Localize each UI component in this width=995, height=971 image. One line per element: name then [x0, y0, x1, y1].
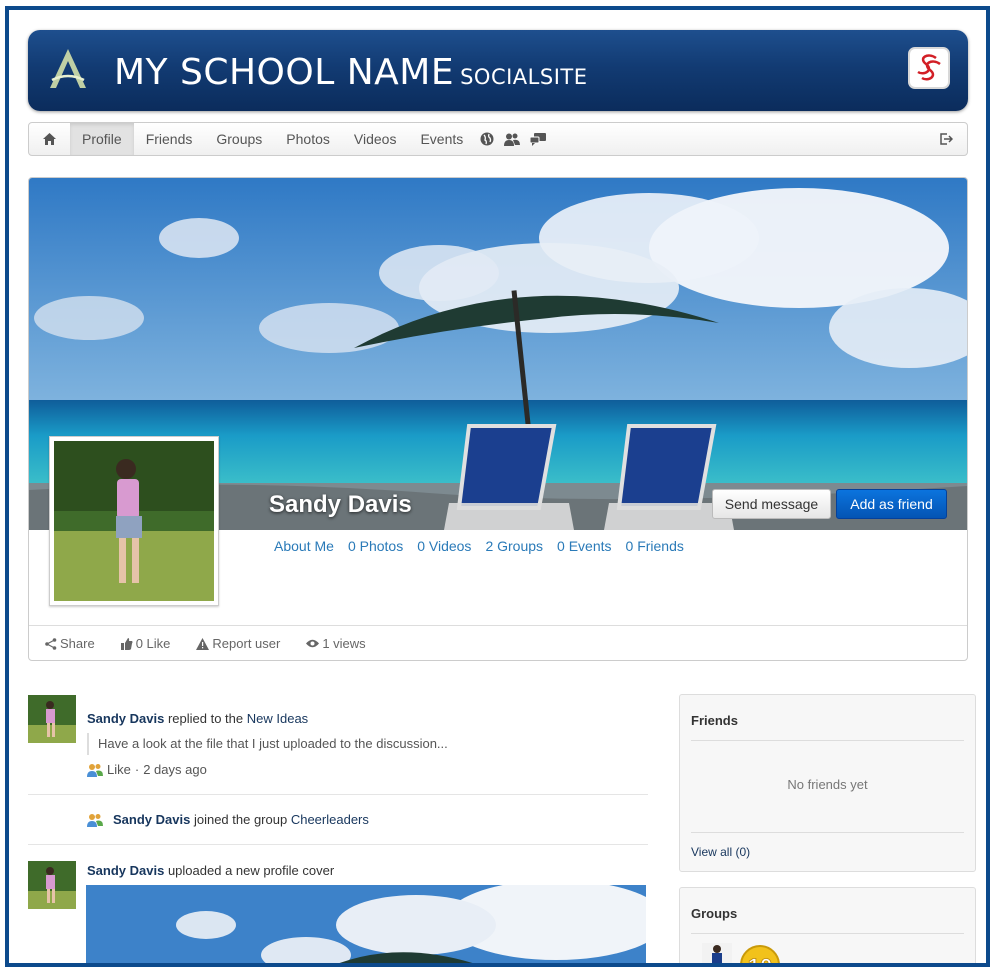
- home-button[interactable]: [29, 123, 70, 155]
- brand-badge-icon[interactable]: [908, 47, 950, 89]
- tab-friends[interactable]: Friends: [134, 123, 205, 155]
- profile-actions: Share 0 Like Report user 1 views: [29, 625, 967, 660]
- globe-button[interactable]: [475, 123, 499, 155]
- groups-widget-title: Groups: [691, 906, 738, 921]
- divider: [691, 832, 964, 833]
- globe-icon: [480, 132, 494, 146]
- activity-item: Sandy Davis uploaded a new profile cover: [28, 845, 648, 967]
- group-thumbnail[interactable]: [702, 943, 732, 967]
- logout-icon: [940, 133, 953, 145]
- tab-events[interactable]: Events: [408, 123, 475, 155]
- actor-link[interactable]: Sandy Davis: [87, 863, 164, 878]
- report-label: Report user: [212, 636, 281, 651]
- activity-item: Sandy Davis joined the group Cheerleader…: [28, 795, 648, 845]
- tab-videos[interactable]: Videos: [342, 123, 409, 155]
- share-icon: [45, 637, 57, 650]
- banner-title: MY SCHOOL NAME SOCIALSITE: [114, 52, 588, 93]
- profile-name: Sandy Davis: [269, 491, 412, 518]
- profile-avatar[interactable]: [49, 436, 219, 606]
- add-friend-button[interactable]: Add as friend: [836, 489, 947, 519]
- eye-icon: [306, 639, 320, 648]
- divider: [691, 933, 964, 934]
- groups-link[interactable]: 2 Groups: [485, 538, 543, 554]
- profile-links: About Me 0 Photos 0 Videos 2 Groups 0 Ev…: [274, 538, 684, 554]
- activity-action: uploaded a new profile cover: [167, 863, 335, 878]
- like-action[interactable]: Like: [107, 762, 131, 777]
- activity-line: Sandy Davis replied to the New Ideas: [87, 711, 308, 726]
- activity-avatar[interactable]: [28, 695, 76, 743]
- activity-item: Sandy Davis replied to the New Ideas Hav…: [28, 695, 648, 795]
- school-logo-icon: [50, 49, 86, 88]
- activity-action: replied to the: [167, 711, 244, 726]
- school-name: MY SCHOOL NAME: [114, 52, 455, 93]
- chat-button[interactable]: [525, 123, 551, 155]
- view-all-friends-link[interactable]: View all (0): [691, 845, 750, 859]
- activity-line: Sandy Davis uploaded a new profile cover: [87, 863, 334, 878]
- send-message-button[interactable]: Send message: [712, 489, 831, 519]
- share-button[interactable]: Share: [45, 636, 95, 651]
- report-user-button[interactable]: Report user: [196, 636, 280, 651]
- about-me-link[interactable]: About Me: [274, 538, 334, 554]
- activity-meta: Like · 2 days ago: [87, 762, 207, 777]
- users-icon: [87, 763, 103, 777]
- photos-link[interactable]: 0 Photos: [348, 538, 403, 554]
- avatar-image: [54, 441, 214, 601]
- chat-icon: [530, 132, 547, 146]
- activity-cover-image[interactable]: [86, 885, 646, 967]
- warning-icon: [196, 637, 210, 650]
- friends-widget: Friends No friends yet View all (0): [679, 694, 976, 872]
- friends-widget-title: Friends: [691, 713, 738, 728]
- like-label: 0 Like: [135, 636, 171, 651]
- group-badge-text: 10: [748, 954, 772, 967]
- users-icon: [504, 133, 521, 146]
- actor-link[interactable]: Sandy Davis: [113, 812, 190, 827]
- activity-action: joined the group: [193, 812, 288, 827]
- activity-avatar[interactable]: [28, 861, 76, 909]
- meta-separator: ·: [134, 762, 140, 777]
- profile-card: Sandy Davis Send message Add as friend A…: [28, 177, 968, 661]
- activity-quote: Have a look at the file that I just uplo…: [87, 733, 448, 755]
- events-link[interactable]: 0 Events: [557, 538, 611, 554]
- thumbs-up-icon: [120, 637, 133, 650]
- like-button[interactable]: 0 Like: [120, 636, 171, 651]
- share-label: Share: [60, 636, 95, 651]
- logout-button[interactable]: [926, 123, 967, 155]
- page-frame: MY SCHOOL NAME SOCIALSITE Profile Friends…: [5, 6, 990, 967]
- site-label: SOCIALSITE: [460, 65, 588, 89]
- home-icon: [43, 133, 56, 145]
- activity-time: 2 days ago: [143, 762, 207, 777]
- activity-line: Sandy Davis joined the group Cheerleader…: [87, 812, 369, 827]
- target-link[interactable]: Cheerleaders: [291, 812, 369, 827]
- site-banner: MY SCHOOL NAME SOCIALSITE: [28, 30, 968, 111]
- tab-groups[interactable]: Groups: [204, 123, 274, 155]
- views-count: 1 views: [306, 636, 366, 651]
- divider: [691, 740, 964, 741]
- activity-stream: Sandy Davis replied to the New Ideas Hav…: [28, 695, 648, 967]
- main-nav: Profile Friends Groups Photos Videos Eve…: [28, 122, 968, 156]
- views-label: 1 views: [322, 636, 366, 651]
- videos-link[interactable]: 0 Videos: [417, 538, 471, 554]
- group-icon: [87, 813, 103, 827]
- no-friends-text: No friends yet: [787, 777, 868, 792]
- actor-link[interactable]: Sandy Davis: [87, 711, 164, 726]
- group-thumbnails: 10: [702, 943, 782, 967]
- friends-link[interactable]: 0 Friends: [626, 538, 684, 554]
- groups-widget: Groups 10: [679, 887, 976, 967]
- target-link[interactable]: New Ideas: [247, 711, 308, 726]
- members-button[interactable]: [499, 123, 525, 155]
- tab-profile[interactable]: Profile: [70, 123, 134, 155]
- group-thumbnail[interactable]: 10: [738, 943, 782, 967]
- tab-photos[interactable]: Photos: [274, 123, 342, 155]
